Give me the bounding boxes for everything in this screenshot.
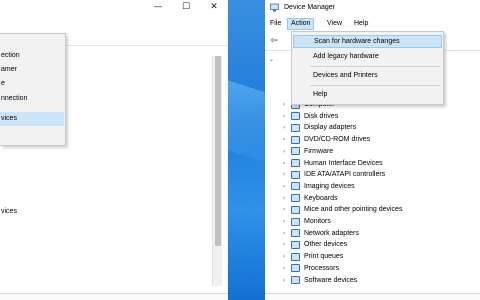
device-category-icon: [291, 170, 300, 179]
device-category-icon: [291, 276, 300, 284]
menu-help[interactable]: Help: [351, 18, 371, 30]
tree-item-label: IDE ATA/ATAPI controllers: [304, 171, 386, 179]
tree-item-label: Keyboards: [304, 194, 338, 202]
tree-item[interactable]: › Firmware: [283, 146, 333, 157]
chevron-right-icon[interactable]: ›: [283, 134, 291, 145]
tree-item-label: DVD/CD-ROM drives: [304, 136, 371, 144]
menu-item-help[interactable]: Help: [293, 88, 442, 101]
back-arrow-icon[interactable]: ⇦: [268, 35, 280, 47]
minimize-button[interactable]: —: [144, 0, 172, 14]
device-category-icon: [291, 229, 300, 238]
device-category-icon: [291, 112, 300, 121]
tree-item-label: Network adapters: [304, 229, 359, 237]
device-category-icon: [291, 159, 300, 167]
chevron-right-icon[interactable]: ›: [283, 169, 291, 180]
window-title: Device Manager: [284, 4, 335, 11]
device-category-icon: [291, 135, 300, 144]
tree-item[interactable]: › Processors: [283, 263, 339, 274]
tree-item-label: Monitors: [304, 218, 331, 225]
chevron-right-icon[interactable]: ›: [283, 275, 291, 286]
tree-item[interactable]: › Other devices: [283, 239, 347, 250]
chevron-right-icon[interactable]: ›: [283, 204, 291, 215]
device-category-icon: [291, 147, 300, 156]
left-list-item[interactable]: vices: [1, 208, 17, 215]
tree-item[interactable]: › Network adapters: [283, 228, 359, 239]
chevron-right-icon[interactable]: ›: [283, 263, 291, 274]
maximize-button[interactable]: ☐: [172, 0, 200, 14]
left-status-bar: [0, 293, 228, 300]
device-manager-icon: [270, 3, 279, 12]
device-category-icon: [291, 240, 300, 249]
caption-buttons: — ☐ ✕: [144, 0, 228, 14]
tree-item-label: Firmware: [304, 147, 334, 155]
tree-item-label: Processors: [304, 264, 340, 272]
device-category-icon: [291, 123, 300, 132]
action-menu-dropdown: Scan for hardware changes Add legacy har…: [291, 31, 444, 105]
device-category-icon: [291, 264, 300, 273]
tree-root-collapse-icon[interactable]: ⌄: [269, 54, 277, 65]
chevron-right-icon[interactable]: ›: [283, 181, 291, 192]
tree-item[interactable]: › Print queues: [283, 251, 343, 262]
desktop-light-ray: [228, 70, 265, 180]
menubar: File Action View Help: [265, 16, 480, 31]
device-category-icon: [291, 182, 300, 191]
menu-separator: [310, 66, 440, 67]
device-manager-titlebar: Device Manager: [265, 0, 480, 16]
tree-item[interactable]: › Keyboards: [283, 193, 337, 204]
left-menu-item[interactable]: ection: [0, 49, 64, 63]
left-scrollbar[interactable]: [212, 56, 222, 286]
left-context-menu: ection amer e nnection vices: [0, 33, 66, 146]
device-category-icon: [291, 252, 300, 261]
chevron-right-icon[interactable]: ›: [283, 193, 291, 204]
left-window: — ☐ ✕ vices ection amer e nnection vices: [0, 0, 228, 300]
tree-item[interactable]: › Software devices: [283, 275, 357, 286]
tree-item[interactable]: › Display adapters: [283, 122, 356, 133]
chevron-right-icon[interactable]: ›: [283, 111, 291, 122]
tree-item[interactable]: › Imaging devices: [283, 181, 355, 192]
menu-item-add-legacy-hardware[interactable]: Add legacy hardware: [293, 50, 442, 63]
menu-file[interactable]: File: [267, 18, 284, 30]
left-scroll-thumb[interactable]: [215, 56, 221, 246]
tree-item-label: Disk drives: [304, 112, 339, 120]
tree-item-label: Software devices: [304, 276, 358, 284]
tree-item-label: Other devices: [304, 241, 348, 249]
tree-item-label: Imaging devices: [304, 182, 355, 190]
tree-item-label: Human Interface Devices: [304, 159, 383, 167]
chevron-right-icon[interactable]: ›: [283, 99, 291, 110]
close-button[interactable]: ✕: [200, 0, 228, 14]
chevron-right-icon[interactable]: ›: [283, 158, 291, 169]
chevron-right-icon[interactable]: ›: [283, 146, 291, 157]
menu-view[interactable]: View: [324, 18, 345, 30]
chevron-right-icon[interactable]: ›: [283, 216, 291, 227]
tree-item-label: Mice and other pointing devices: [304, 206, 403, 214]
tree-item-label: Print queues: [304, 253, 344, 261]
tree-item[interactable]: › DVD/CD-ROM drives: [283, 134, 370, 145]
menu-separator: [310, 85, 440, 86]
chevron-right-icon[interactable]: ›: [283, 122, 291, 133]
tree-item[interactable]: › Monitors: [283, 216, 331, 227]
tree-item[interactable]: › Human Interface Devices: [283, 158, 383, 169]
desktop-background: [228, 0, 265, 300]
left-menu-item[interactable]: nnection: [0, 92, 64, 106]
chevron-right-icon[interactable]: ›: [283, 239, 291, 250]
device-category-icon: [291, 205, 300, 214]
chevron-right-icon[interactable]: ›: [283, 228, 291, 239]
left-menu-item[interactable]: e: [0, 77, 64, 91]
left-menu-item[interactable]: amer: [0, 63, 64, 77]
chevron-right-icon[interactable]: ›: [283, 251, 291, 262]
menu-action[interactable]: Action: [287, 18, 315, 30]
tree-item[interactable]: › Mice and other pointing devices: [283, 204, 402, 215]
tree-item-label: Display adapters: [304, 124, 357, 132]
menu-item-scan-hardware[interactable]: Scan for hardware changes: [293, 35, 442, 48]
status-bar: [265, 293, 480, 300]
device-category-icon: [291, 217, 300, 226]
tree-item[interactable]: › IDE ATA/ATAPI controllers: [283, 169, 385, 180]
menu-item-devices-printers[interactable]: Devices and Printers: [293, 69, 442, 82]
tree-item[interactable]: › Disk drives: [283, 111, 338, 122]
device-category-icon: [291, 194, 300, 203]
left-menu-item-highlighted[interactable]: vices: [0, 112, 64, 126]
